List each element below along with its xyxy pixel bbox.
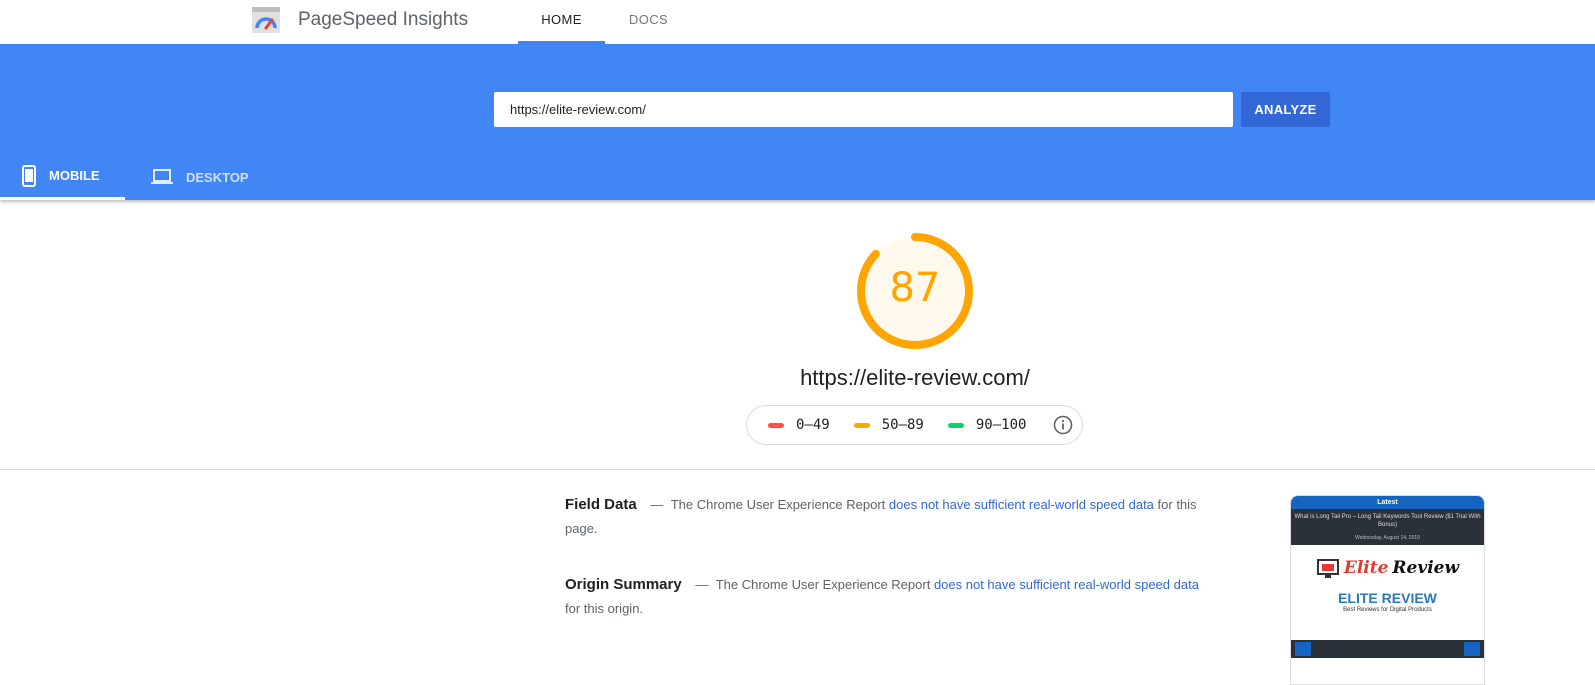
logo-word-elite: Elite bbox=[1343, 557, 1389, 578]
field-data-heading: Field Data bbox=[565, 496, 637, 513]
field-data-link[interactable]: does not have sufficient real-world spee… bbox=[889, 497, 1154, 512]
screenshot-ticker: What is Long Tail Pro – Long Tail Keywor… bbox=[1291, 509, 1484, 545]
screenshot-site-title: ELITE REVIEW bbox=[1338, 590, 1437, 606]
legend-range: 50–89 bbox=[881, 417, 924, 433]
monitor-logo-icon bbox=[1316, 558, 1339, 578]
legend-item-pass: 90–100 bbox=[947, 417, 1027, 433]
search-icon bbox=[1464, 642, 1480, 656]
separator-dash: — bbox=[650, 497, 664, 512]
app-title: PageSpeed Insights bbox=[298, 9, 469, 30]
tab-desktop[interactable]: DESKTOP bbox=[151, 154, 249, 200]
legend-range: 90–100 bbox=[975, 417, 1027, 433]
score-legend: 0–49 50–89 90–100 bbox=[746, 405, 1083, 445]
logo-word-review: Review bbox=[1392, 557, 1460, 578]
legend-item-fail: 0–49 bbox=[768, 417, 830, 433]
origin-summary-section: Origin Summary — The Chrome User Experie… bbox=[565, 573, 1215, 621]
analyze-button[interactable]: ANALYZE bbox=[1241, 92, 1330, 127]
url-input[interactable] bbox=[494, 92, 1233, 127]
screenshot-date: Wednesday, August 14, 2019 bbox=[1355, 535, 1420, 541]
phone-icon bbox=[22, 164, 36, 187]
origin-summary-text-after: for this origin. bbox=[565, 601, 644, 616]
legend-red-marker bbox=[768, 422, 784, 428]
legend-range: 0–49 bbox=[796, 417, 830, 433]
screenshot-site-subtitle: Best Reviews for Digital Products bbox=[1343, 607, 1432, 613]
legend-item-average: 50–89 bbox=[853, 417, 924, 433]
top-nav: PageSpeed Insights HOME DOCS bbox=[0, 0, 1595, 44]
performance-score: 87 bbox=[889, 265, 941, 311]
pagespeed-logo-icon[interactable] bbox=[252, 7, 280, 33]
page-screenshot: Latest What is Long Tail Pro – Long Tail… bbox=[1290, 495, 1485, 685]
field-data-text: The Chrome User Experience Report bbox=[670, 497, 886, 512]
tab-mobile-label: MOBILE bbox=[49, 168, 100, 183]
screenshot-site-logo: Elite Review bbox=[1291, 545, 1484, 590]
laptop-icon bbox=[151, 169, 173, 185]
screenshot-menu-bar bbox=[1291, 640, 1484, 658]
screenshot-latest-bar: Latest bbox=[1291, 496, 1484, 509]
field-data-section: Field Data — The Chrome User Experience … bbox=[565, 493, 1215, 541]
home-icon bbox=[1295, 642, 1311, 656]
tab-home[interactable]: HOME bbox=[518, 0, 605, 44]
separator-dash: — bbox=[695, 577, 709, 592]
analyzed-url: https://elite-review.com/ bbox=[800, 365, 1030, 390]
legend-green-marker bbox=[947, 422, 964, 428]
divider bbox=[0, 469, 1595, 470]
tab-desktop-label: DESKTOP bbox=[186, 169, 249, 185]
origin-summary-text: The Chrome User Experience Report bbox=[715, 577, 931, 592]
origin-summary-link[interactable]: does not have sufficient real-world spee… bbox=[934, 577, 1199, 592]
info-icon[interactable] bbox=[1053, 415, 1073, 435]
origin-summary-heading: Origin Summary bbox=[565, 576, 682, 593]
url-header: ANALYZE MOBILE DESKTOP bbox=[0, 44, 1595, 200]
screenshot-headline: What is Long Tail Pro – Long Tail Keywor… bbox=[1294, 514, 1481, 528]
legend-orange-marker bbox=[853, 422, 870, 428]
tab-docs[interactable]: DOCS bbox=[605, 0, 692, 44]
tab-mobile[interactable]: MOBILE bbox=[0, 154, 125, 200]
